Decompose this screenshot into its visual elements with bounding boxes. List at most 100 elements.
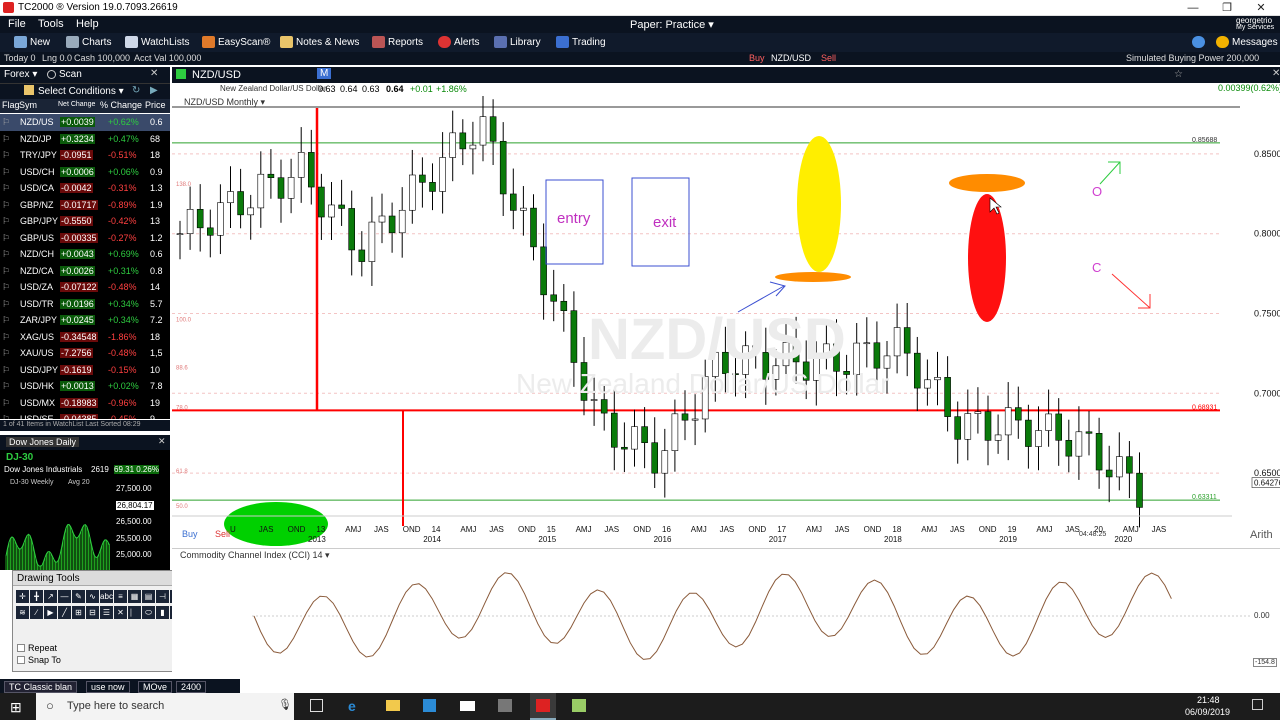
play-icon[interactable]: ▶ bbox=[150, 85, 158, 96]
drawing-tool-button[interactable]: ∕ bbox=[30, 606, 43, 619]
watchlist-close-icon[interactable]: ✕ bbox=[150, 68, 158, 79]
new-button[interactable]: New bbox=[14, 36, 50, 48]
drawing-tool-button[interactable]: ╱ bbox=[58, 606, 71, 619]
drawing-tool-button[interactable]: ☰ bbox=[100, 606, 113, 619]
tc2000-taskbar-icon[interactable] bbox=[530, 693, 556, 720]
watchlist-row[interactable]: ⚐ USD/SE -0.04385 -0.45% 9. bbox=[0, 411, 170, 419]
drawing-tool-button[interactable]: ≡ bbox=[114, 590, 127, 603]
clock-date[interactable]: 06/09/2019 bbox=[1185, 707, 1230, 717]
watchlist-row[interactable]: ⚐ NZD/JP +0.3234 +0.47% 68 bbox=[0, 131, 170, 148]
edge-icon[interactable]: e bbox=[348, 698, 356, 714]
chart-buy-button[interactable]: Buy bbox=[182, 529, 198, 539]
drawing-tool-button[interactable]: ⊞ bbox=[72, 606, 85, 619]
drawing-tool-button[interactable]: ⊟ bbox=[86, 606, 99, 619]
drawing-tool-button[interactable]: ▮ bbox=[156, 606, 169, 619]
watchlist-row[interactable]: ⚐ NZD/CA +0.0026 +0.31% 0.8 bbox=[0, 263, 170, 280]
watchlist-row[interactable]: ⚐ USD/MX -0.18983 -0.96% 19 bbox=[0, 395, 170, 412]
repeat-checkbox[interactable] bbox=[17, 644, 25, 652]
col-flag[interactable]: Flag bbox=[2, 100, 20, 110]
snap-checkbox[interactable] bbox=[17, 656, 25, 664]
watchlist-row[interactable]: ⚐ ZAR/JPY +0.0245 +0.34% 7.2 bbox=[0, 312, 170, 329]
file-explorer-icon[interactable] bbox=[386, 700, 400, 711]
drawing-tool-button[interactable]: ✛ bbox=[16, 590, 29, 603]
tab-tc-classic[interactable]: TC Classic blan bbox=[4, 681, 78, 693]
watchlists-button[interactable]: WatchLists bbox=[125, 36, 190, 48]
col-pct-change[interactable]: % Change bbox=[100, 100, 142, 110]
notes-news-button[interactable]: Notes & News bbox=[280, 36, 359, 48]
chart-add-icon[interactable] bbox=[176, 69, 186, 79]
watchlist-row[interactable]: ⚐ GBP/US -0.00335 -0.27% 1.2 bbox=[0, 230, 170, 247]
drawing-tool-button[interactable]: ↗ bbox=[44, 590, 57, 603]
chart-symbol[interactable]: NZD/USD bbox=[192, 69, 241, 81]
drawing-tool-button[interactable]: ╋ bbox=[30, 590, 43, 603]
watchlist-row[interactable]: ⚐ NZD/CH +0.0043 +0.69% 0.6 bbox=[0, 246, 170, 263]
menu-help[interactable]: Help bbox=[76, 18, 99, 30]
col-price[interactable]: Price bbox=[145, 100, 166, 110]
dow-mini-chart[interactable]: DJ-30 Dow Jones Industrials 2619 69.31 0… bbox=[0, 450, 170, 570]
watchlist-row[interactable]: ⚐ USD/JPY -0.1619 -0.15% 10 bbox=[0, 362, 170, 379]
app-icon[interactable] bbox=[498, 699, 512, 712]
monthly-timeframe-button[interactable]: M bbox=[317, 68, 332, 79]
drawing-tool-button[interactable]: ▶ bbox=[44, 606, 57, 619]
notifications-icon[interactable] bbox=[1252, 699, 1263, 710]
repeat-option[interactable]: Repeat bbox=[17, 643, 57, 653]
minimize-button[interactable]: — bbox=[1176, 0, 1210, 16]
alerts-button[interactable]: Alerts bbox=[438, 36, 480, 48]
windows-start-icon[interactable]: ⊞ bbox=[10, 699, 22, 716]
watchlist-row[interactable]: ⚐ GBP/JPY -0.5550 -0.42% 13 bbox=[0, 213, 170, 230]
mail-icon[interactable] bbox=[460, 701, 475, 711]
watchlist-row[interactable]: ⚐ USD/TR +0.0196 +0.34% 5.7 bbox=[0, 296, 170, 313]
watchlist-row[interactable]: ⚐ NZD/US +0.0039 +0.62% 0.6 bbox=[0, 114, 170, 131]
menu-file[interactable]: File bbox=[8, 18, 26, 30]
watchlist-row[interactable]: ⚐ USD/HK +0.0013 +0.02% 7.8 bbox=[0, 378, 170, 395]
refresh-icon[interactable]: ↻ bbox=[132, 85, 140, 96]
price-chart[interactable]: NZD/USD Monthly ▾ 0.850000.800000.750000… bbox=[172, 96, 1280, 548]
close-button[interactable]: ✕ bbox=[1244, 0, 1278, 16]
charts-button[interactable]: Charts bbox=[66, 36, 111, 48]
cci-panel[interactable]: Commodity Channel Index (CCI) 14 ▾ 0.00 … bbox=[172, 548, 1280, 679]
store-icon[interactable] bbox=[423, 699, 436, 712]
notes-app-icon[interactable] bbox=[572, 699, 586, 712]
drawing-tool-button[interactable]: ✎ bbox=[72, 590, 85, 603]
drawing-tool-button[interactable]: ▤ bbox=[142, 590, 155, 603]
status-buy-button[interactable]: Buy bbox=[749, 53, 765, 63]
drawing-tool-button[interactable]: ∿ bbox=[86, 590, 99, 603]
drawing-tool-button[interactable]: ⎸ bbox=[128, 606, 141, 619]
tab-use-now[interactable]: use now bbox=[86, 681, 130, 693]
tab-2400[interactable]: 2400 bbox=[176, 681, 207, 693]
messages-button[interactable]: Messages bbox=[1216, 36, 1278, 48]
select-conditions-dropdown[interactable]: Select Conditions ▾ bbox=[38, 86, 124, 97]
tab-move[interactable]: MOve bbox=[138, 681, 173, 693]
scale-mode-button[interactable]: Arith bbox=[1250, 529, 1273, 541]
watchlist-row[interactable]: ⚐ USD/CA -0.0042 -0.31% 1.3 bbox=[0, 180, 170, 197]
col-sym[interactable]: Sym bbox=[19, 100, 37, 110]
drawing-tool-button[interactable]: ⊣ bbox=[156, 590, 169, 603]
restore-button[interactable]: ❐ bbox=[1210, 0, 1244, 16]
my-services-link[interactable]: My Services bbox=[1236, 24, 1274, 31]
drawing-tool-button[interactable]: ▦ bbox=[128, 590, 141, 603]
watchlist-row[interactable]: ⚐ USD/CH +0.0006 +0.06% 0.9 bbox=[0, 164, 170, 181]
dow-panel-title[interactable]: Dow Jones Daily bbox=[6, 437, 80, 447]
task-view-icon[interactable] bbox=[310, 699, 323, 712]
chart-close-icon[interactable]: ✕ bbox=[1272, 68, 1280, 79]
library-button[interactable]: Library bbox=[494, 36, 541, 48]
easyscan-button[interactable]: EasyScan® bbox=[202, 36, 270, 48]
snap-option[interactable]: Snap To bbox=[17, 655, 61, 665]
scan-button[interactable]: Scan bbox=[59, 69, 82, 80]
menu-tools[interactable]: Tools bbox=[38, 18, 64, 30]
col-net-change[interactable]: Net Change bbox=[58, 101, 95, 108]
watchlist-row[interactable]: ⚐ GBP/NZ -0.01717 -0.89% 1.9 bbox=[0, 197, 170, 214]
watchlist-row[interactable]: ⚐ XAU/US -7.2756 -0.48% 1,5 bbox=[0, 345, 170, 362]
drawing-tool-button[interactable]: ✕ bbox=[114, 606, 127, 619]
dow-close-icon[interactable]: ✕ bbox=[158, 436, 166, 447]
watchlist-row[interactable]: ⚐ USD/ZA -0.07122 -0.48% 14 bbox=[0, 279, 170, 296]
taskbar-search-box[interactable]: ○ Type here to search 🎙 bbox=[36, 693, 294, 720]
microphone-icon[interactable]: 🎙 bbox=[278, 698, 292, 711]
chart-star-icon[interactable]: ☆ bbox=[1174, 69, 1183, 80]
drawing-tool-button[interactable]: abc bbox=[100, 590, 113, 603]
drawing-tool-button[interactable]: ⬭ bbox=[142, 606, 155, 619]
drawing-tool-button[interactable]: ≋ bbox=[16, 606, 29, 619]
drawing-tool-button[interactable]: — bbox=[58, 590, 71, 603]
clock-time[interactable]: 21:48 bbox=[1197, 695, 1220, 705]
watchlist-title-dropdown[interactable]: Forex ▾ bbox=[4, 69, 37, 80]
